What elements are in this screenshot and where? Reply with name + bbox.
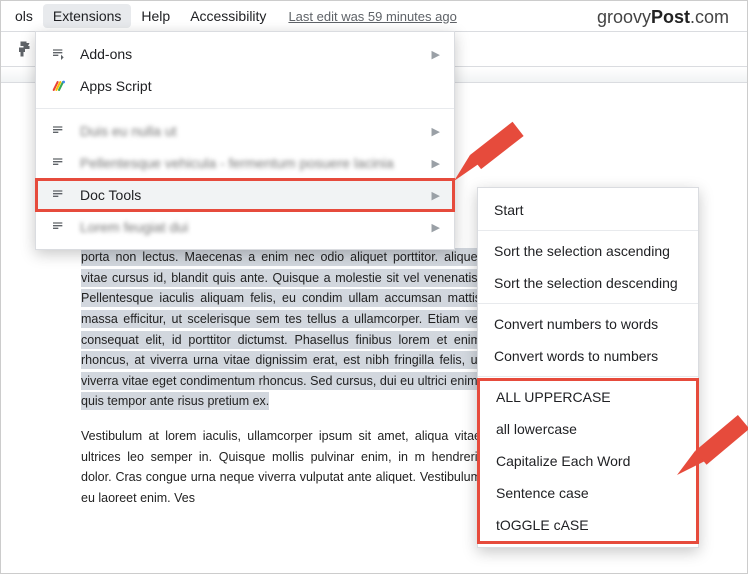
menu-item-extension-blurred[interactable]: Duis eu nulla ut ▶ <box>36 115 454 147</box>
menu-divider <box>478 303 698 304</box>
menu-item-appsscript[interactable]: Apps Script <box>36 70 454 102</box>
case-options-highlight: ALL UPPERCASE all lowercase Capitalize E… <box>480 381 696 541</box>
menu-item-addons[interactable]: Add-ons ▶ <box>36 38 454 70</box>
menu-item-doctools[interactable]: Doc Tools ▶ <box>36 179 454 211</box>
menu-item-label: Apps Script <box>80 78 152 94</box>
extension-icon <box>48 155 70 171</box>
selected-text: porta non lectus. Maecenas a enim nec od… <box>81 248 481 410</box>
last-edit-info[interactable]: Last edit was 59 minutes ago <box>288 9 456 24</box>
doctools-submenu: Start Sort the selection ascending Sort … <box>477 187 699 548</box>
annotation-arrow <box>450 117 530 197</box>
chevron-right-icon: ▶ <box>432 125 440 138</box>
submenu-all-uppercase[interactable]: ALL UPPERCASE <box>480 381 696 413</box>
menu-item-label: Duis eu nulla ut <box>80 123 177 139</box>
submenu-start[interactable]: Start <box>478 194 698 226</box>
menu-item-label: Doc Tools <box>80 187 141 203</box>
extension-icon <box>48 219 70 235</box>
menu-divider <box>478 376 698 377</box>
submenu-sentence-case[interactable]: Sentence case <box>480 477 696 509</box>
extensions-menu: Add-ons ▶ Apps Script Duis eu nulla ut ▶… <box>35 31 455 250</box>
submenu-words-to-numbers[interactable]: Convert words to numbers <box>478 340 698 372</box>
chevron-right-icon: ▶ <box>432 157 440 170</box>
menu-accessibility[interactable]: Accessibility <box>180 4 276 28</box>
annotation-arrow <box>673 411 748 499</box>
chevron-right-icon: ▶ <box>432 221 440 234</box>
menu-divider <box>478 230 698 231</box>
submenu-numbers-to-words[interactable]: Convert numbers to words <box>478 308 698 340</box>
submenu-capitalize-each-word[interactable]: Capitalize Each Word <box>480 445 696 477</box>
menu-divider <box>36 108 454 109</box>
appsscript-icon <box>48 78 70 94</box>
menu-tools[interactable]: ols <box>5 4 43 28</box>
addons-icon <box>48 46 70 62</box>
menu-extensions[interactable]: Extensions <box>43 4 131 28</box>
chevron-right-icon: ▶ <box>432 48 440 61</box>
menu-item-extension-blurred[interactable]: Pellentesque vehicula - fermentum posuer… <box>36 147 454 179</box>
menu-item-label: Add-ons <box>80 46 132 62</box>
chevron-right-icon: ▶ <box>432 189 440 202</box>
menu-item-label: Lorem feugiat dui <box>80 219 188 235</box>
extension-icon <box>48 123 70 139</box>
menu-help[interactable]: Help <box>131 4 180 28</box>
submenu-toggle-case[interactable]: tOGGLE cASE <box>480 509 696 541</box>
paragraph-text: Vestibulum at lorem iaculis, ullamcorper… <box>81 426 481 509</box>
submenu-all-lowercase[interactable]: all lowercase <box>480 413 696 445</box>
menu-item-label: Pellentesque vehicula - fermentum posuer… <box>80 155 394 171</box>
menu-item-extension-blurred[interactable]: Lorem feugiat dui ▶ <box>36 211 454 243</box>
submenu-sort-desc[interactable]: Sort the selection descending <box>478 267 698 299</box>
extension-icon <box>48 187 70 203</box>
document-body: porta non lectus. Maecenas a enim nec od… <box>81 247 481 523</box>
submenu-sort-asc[interactable]: Sort the selection ascending <box>478 235 698 267</box>
watermark-brand: groovyPost.com <box>597 7 729 28</box>
